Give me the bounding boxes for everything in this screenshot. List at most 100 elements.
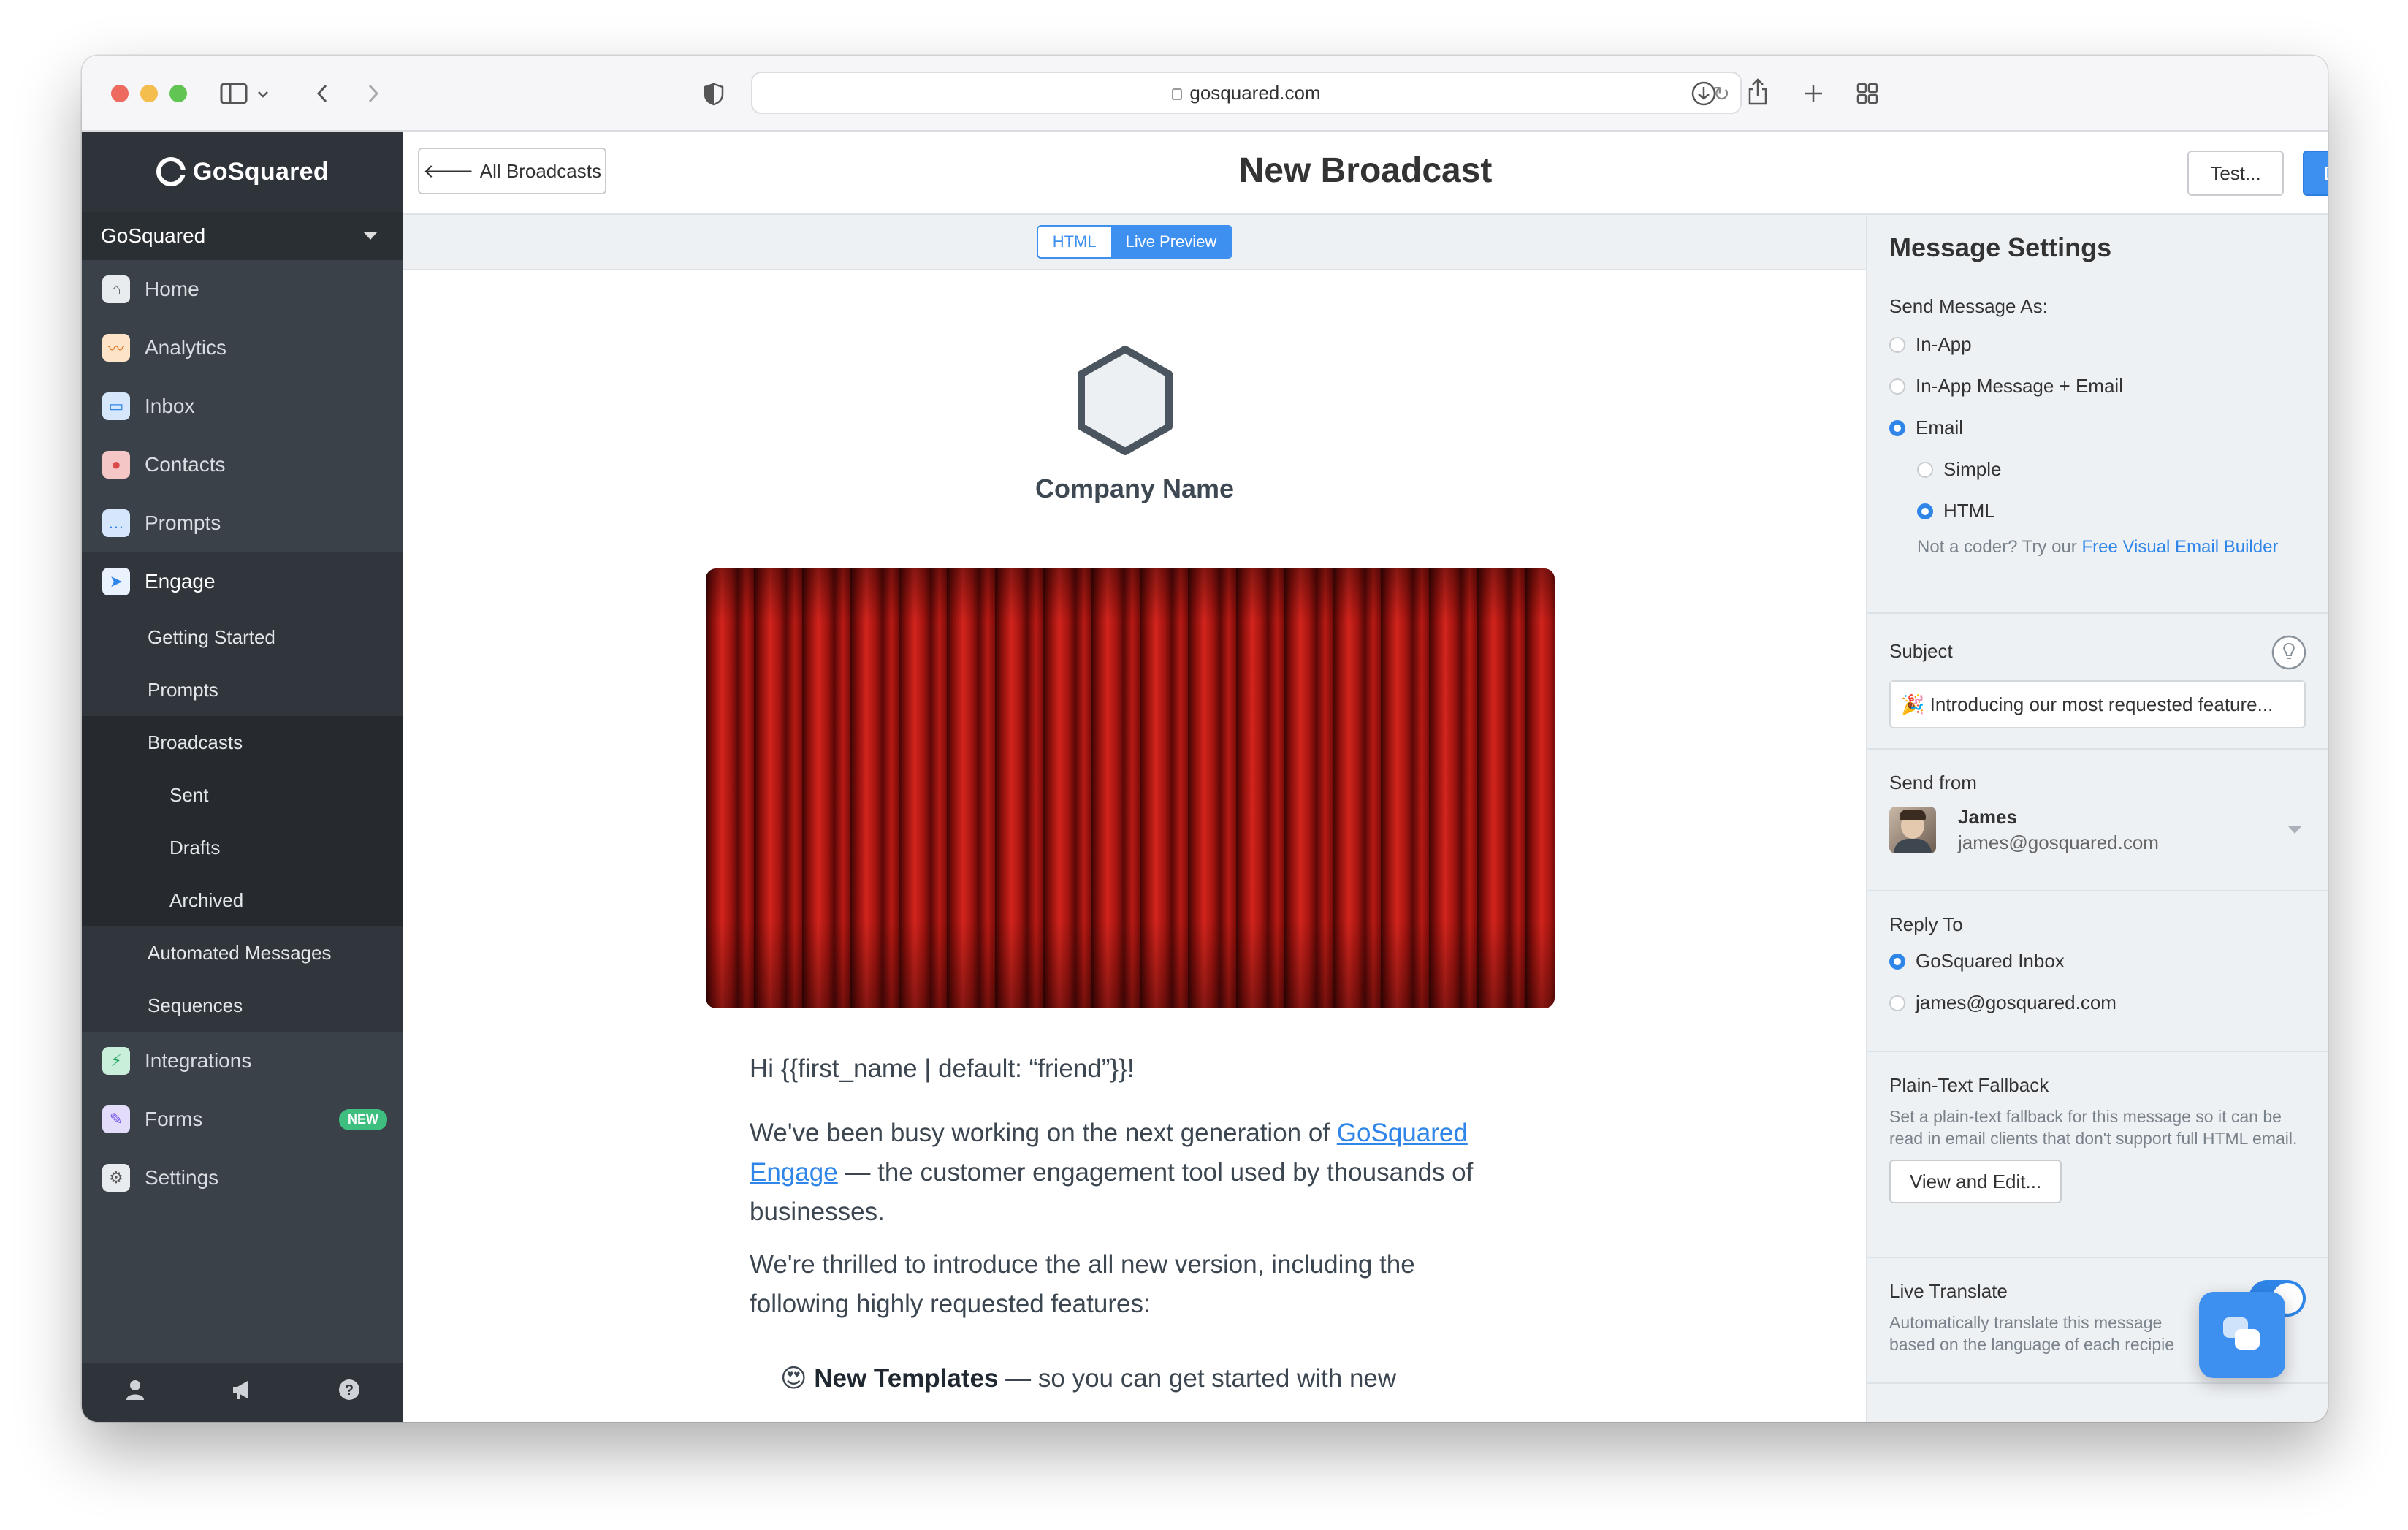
inbox-icon: ▭	[102, 392, 130, 420]
submenu-item-sequences[interactable]: Sequences	[82, 979, 403, 1032]
email-preview: Company Name Hi {{first_name | default: …	[403, 272, 1866, 1422]
new-badge: NEW	[339, 1108, 387, 1130]
browser-toolbar: gosquared.com ↻	[82, 56, 2328, 132]
email-editor: HTML Live Preview Company Name Hi {{firs…	[403, 215, 1866, 1422]
gosquared-logo-icon	[156, 157, 186, 186]
minimize-window-button[interactable]	[140, 85, 158, 102]
submenu-item-drafts[interactable]: Drafts	[82, 821, 403, 874]
sender-select[interactable]: James james@gosquared.com	[1889, 806, 2306, 854]
sidebar-item-settings[interactable]: ⚙ Settings	[82, 1149, 403, 1207]
radio-html[interactable]: HTML	[1889, 490, 2306, 532]
sidebar-item-forms[interactable]: ✎ Forms NEW	[82, 1090, 403, 1149]
forms-icon: ✎	[102, 1105, 130, 1133]
hero-image-curtain	[706, 568, 1555, 1008]
reply-to-label: Reply To	[1889, 913, 1963, 935]
radio-reply-inbox[interactable]: GoSquared Inbox	[1889, 940, 2306, 982]
radio-label: Email	[1916, 416, 1964, 438]
forward-icon[interactable]	[362, 80, 384, 107]
view-and-edit-button[interactable]: View and Edit...	[1889, 1160, 2062, 1203]
back-icon[interactable]	[311, 80, 333, 107]
radio-in-app[interactable]: In-App	[1889, 324, 2306, 365]
email-bullet-1: 😍 New Templates — so you can get started…	[780, 1359, 1555, 1398]
engage-submenu: Getting Started Prompts Broadcasts Sent …	[82, 611, 403, 1032]
brand-name: GoSquared	[193, 157, 329, 186]
prompts-icon: …	[102, 509, 130, 537]
submenu-item-prompts[interactable]: Prompts	[82, 663, 403, 716]
send-as-label: Send Message As:	[1889, 295, 2048, 317]
project-switcher[interactable]: GoSquared	[82, 212, 403, 260]
downloads-icon[interactable]	[1689, 79, 1718, 108]
lock-icon	[1172, 88, 1183, 100]
zoom-window-button[interactable]	[169, 85, 187, 102]
sender-name: James	[1958, 806, 2017, 828]
radio-email[interactable]: Email	[1889, 407, 2306, 449]
lightbulb-icon[interactable]	[2271, 634, 2307, 671]
radio-in-app-email[interactable]: In-App Message + Email	[1889, 365, 2306, 407]
mode-toggle-bar: HTML Live Preview	[403, 215, 1866, 270]
caret-down-icon	[364, 232, 377, 240]
sidebar-item-label: Home	[145, 278, 199, 300]
visual-builder-link[interactable]: Free Visual Email Builder	[2081, 537, 2278, 557]
radio-circle	[1917, 461, 1933, 478]
submenu-item-broadcasts[interactable]: Broadcasts	[82, 716, 403, 769]
home-icon: ⌂	[102, 275, 130, 303]
submenu-item-archived[interactable]: Archived	[82, 874, 403, 926]
sidebar-toggle-icon[interactable]	[218, 79, 250, 108]
submenu-item-sent[interactable]: Sent	[82, 769, 403, 821]
sidebar-item-integrations[interactable]: ⚡ Integrations	[82, 1032, 403, 1090]
test-button[interactable]: Test...	[2187, 151, 2284, 196]
tab-live-preview[interactable]: Live Preview	[1110, 227, 1232, 257]
paragraph-1-text-end: — the customer engagement tool used by t…	[750, 1158, 1474, 1226]
radio-circle	[1889, 994, 1905, 1011]
help-icon[interactable]: ?	[338, 1378, 361, 1407]
email-paragraph-2: We're thrilled to introduce the all new …	[750, 1250, 1415, 1318]
done-button[interactable]: Done	[2303, 151, 2328, 196]
sidebar-item-analytics[interactable]: 〰 Analytics	[82, 319, 403, 377]
chat-launcher-button[interactable]	[2199, 1292, 2285, 1378]
heart-eyes-emoji: 😍	[780, 1364, 807, 1393]
fallback-description: Set a plain-text fallback for this messa…	[1889, 1107, 2298, 1148]
radio-label: GoSquared Inbox	[1916, 950, 2065, 972]
send-from-label: Send from	[1889, 772, 1977, 793]
sidebar-nav-lower: ⚡ Integrations ✎ Forms NEW ⚙ Settings	[82, 1032, 403, 1207]
share-icon[interactable]	[1743, 76, 1772, 108]
panel-title: Message Settings	[1889, 232, 2112, 262]
sidebar-item-contacts[interactable]: ● Contacts	[82, 435, 403, 494]
settings-icon: ⚙	[102, 1164, 130, 1192]
tab-overview-icon[interactable]	[1853, 79, 1882, 108]
analytics-icon: 〰	[102, 334, 130, 362]
sidebar: GoSquared GoSquared ⌂ Home 〰 Analytics ▭…	[82, 132, 403, 1422]
sidebar-item-home[interactable]: ⌂ Home	[82, 260, 403, 319]
radio-simple[interactable]: Simple	[1889, 449, 2306, 490]
sidebar-item-label: Engage	[145, 570, 216, 593]
sidebar-footer: ?	[82, 1363, 403, 1422]
radio-circle-selected	[1889, 419, 1905, 436]
account-icon[interactable]	[124, 1378, 146, 1407]
sidebar-item-label: Inbox	[145, 395, 195, 417]
submenu-item-automated-messages[interactable]: Automated Messages	[82, 926, 403, 979]
radio-circle	[1889, 378, 1905, 395]
brand-logo[interactable]: GoSquared	[82, 132, 403, 212]
privacy-shield-icon[interactable]	[701, 80, 726, 108]
new-tab-icon[interactable]	[1799, 79, 1828, 108]
sidebar-item-inbox[interactable]: ▭ Inbox	[82, 377, 403, 435]
reply-to-section: Reply To GoSquared Inbox james@gosquared…	[1867, 891, 2328, 1052]
sidebar-item-prompts[interactable]: … Prompts	[82, 494, 403, 552]
close-window-button[interactable]	[111, 85, 129, 102]
subject-section: Subject 🎉 Introducing our most requested…	[1867, 614, 2328, 750]
sidebar-item-engage[interactable]: ➤ Engage	[82, 552, 403, 611]
email-paragraph-1: We've been busy working on the next gene…	[750, 1114, 1524, 1232]
integrations-icon: ⚡	[102, 1047, 130, 1075]
subject-input[interactable]: 🎉 Introducing our most requested feature…	[1889, 680, 2306, 728]
sidebar-item-label: Contacts	[145, 453, 226, 476]
submenu-item-getting-started[interactable]: Getting Started	[82, 611, 403, 663]
radio-label: In-App	[1916, 333, 1972, 355]
tab-html[interactable]: HTML	[1037, 227, 1111, 257]
bullet-title: New Templates	[814, 1364, 999, 1393]
sender-avatar	[1889, 807, 1936, 853]
announcements-icon[interactable]	[230, 1379, 254, 1407]
chevron-down-icon[interactable]	[254, 83, 272, 105]
address-bar[interactable]: gosquared.com ↻	[751, 72, 1742, 114]
sidebar-item-label: Settings	[145, 1166, 219, 1189]
radio-reply-email[interactable]: james@gosquared.com	[1889, 982, 2306, 1024]
